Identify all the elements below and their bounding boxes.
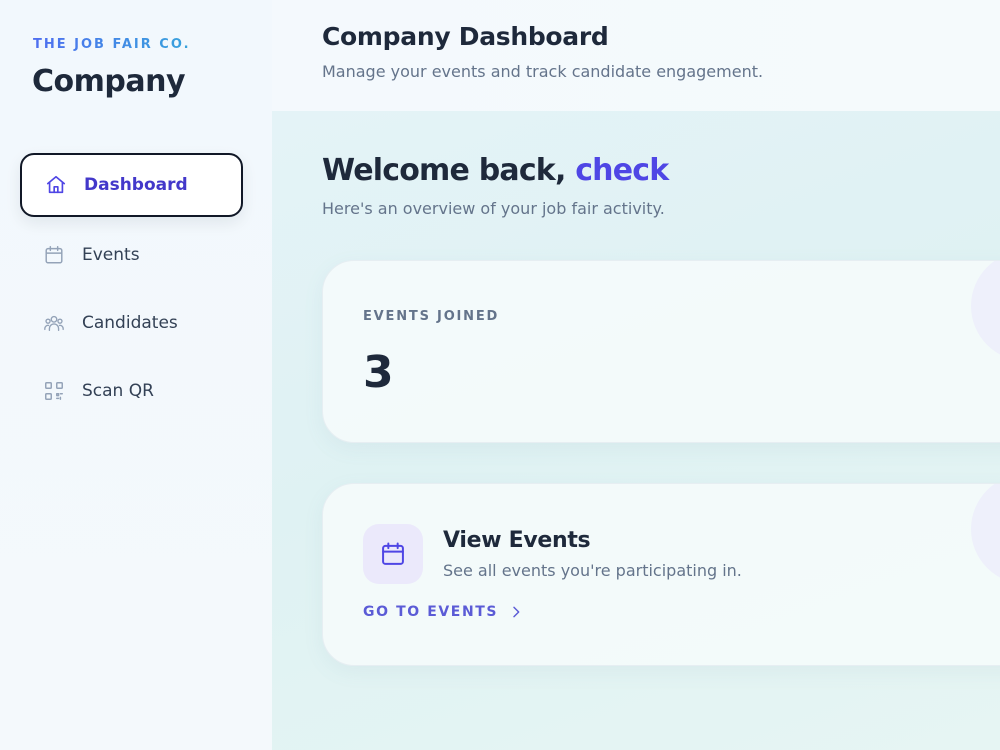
users-icon <box>42 311 66 335</box>
go-to-events-link[interactable]: GO TO EVENTS <box>363 604 524 620</box>
decorative-circle <box>971 484 1000 584</box>
welcome-subtitle: Here's an overview of your job fair acti… <box>322 199 665 218</box>
action-description: See all events you're participating in. <box>443 561 742 580</box>
sidebar-item-label: Dashboard <box>84 175 188 195</box>
stat-value: 3 <box>363 347 394 398</box>
calendar-icon <box>42 243 66 267</box>
sidebar: THE JOB FAIR CO. Company Dashboard Event… <box>0 0 272 750</box>
events-joined-card: EVENTS JOINED 3 <box>322 260 1000 443</box>
action-title: View Events <box>443 528 591 553</box>
sidebar-item-events[interactable]: Events <box>20 223 243 287</box>
sidebar-item-dashboard[interactable]: Dashboard <box>20 153 243 217</box>
brand-tag: THE JOB FAIR CO. <box>33 37 191 52</box>
sidebar-item-label: Events <box>82 245 140 265</box>
view-events-card[interactable]: View Events See all events you're partic… <box>322 483 1000 666</box>
main-content: Welcome back, check Here's an overview o… <box>272 111 1000 750</box>
sidebar-item-label: Candidates <box>82 313 178 333</box>
page-header: Company Dashboard Manage your events and… <box>272 0 1000 111</box>
username: check <box>575 153 669 188</box>
home-icon <box>44 173 68 197</box>
link-label: GO TO EVENTS <box>363 604 499 620</box>
sidebar-item-candidates[interactable]: Candidates <box>20 291 243 355</box>
sidebar-item-scan-qr[interactable]: Scan QR <box>20 359 243 423</box>
stat-label: EVENTS JOINED <box>363 309 500 324</box>
page-subtitle: Manage your events and track candidate e… <box>322 62 764 81</box>
sidebar-nav: Dashboard Events Candidates Scan QR <box>20 153 243 427</box>
decorative-circle <box>971 261 1000 361</box>
sidebar-item-label: Scan QR <box>82 381 154 401</box>
brand-name: Company <box>32 64 186 99</box>
qr-code-icon <box>42 379 66 403</box>
welcome-prefix: Welcome back, <box>322 153 576 188</box>
page-title: Company Dashboard <box>322 22 609 51</box>
chevron-right-icon <box>513 606 520 618</box>
calendar-icon <box>363 524 423 584</box>
welcome-heading: Welcome back, check <box>322 153 669 188</box>
